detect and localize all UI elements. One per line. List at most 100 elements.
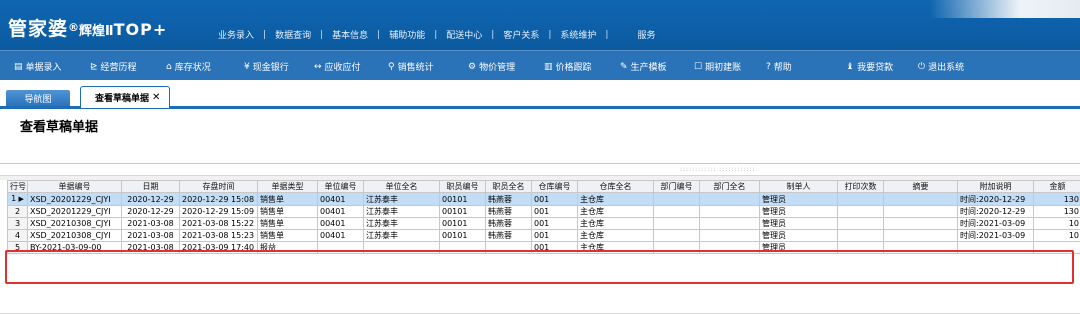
edit-icon: ☐ <box>694 61 703 72</box>
table-cell: 2020-12-29 <box>121 192 180 206</box>
column-header[interactable]: 日期 <box>121 180 180 193</box>
row-number: 3 <box>14 219 21 228</box>
logo-edition: 辉煌Ⅱ <box>79 24 114 39</box>
toolbar-button[interactable]: ♝ 我要贷款 <box>846 60 893 74</box>
table-cell: 130 <box>1033 205 1080 218</box>
table-cell <box>653 229 700 242</box>
toolbar-button[interactable]: ⌂ 库存状况 <box>166 60 211 74</box>
table-cell: 时间:2021-03-09 <box>957 229 1034 242</box>
top-menu-item[interactable]: 辅助功能 <box>387 28 427 41</box>
table-cell: 时间:2020-12-29 <box>957 192 1034 206</box>
table-cell <box>837 205 884 218</box>
column-header[interactable]: 行号 <box>7 180 28 193</box>
column-header[interactable]: 单据编号 <box>27 180 122 193</box>
close-icon[interactable]: ✕ <box>152 92 160 103</box>
table-row[interactable]: 1 ▶ XSD_20201229_CJYI 2020-12-29 2020-12-29… <box>7 192 1080 206</box>
table-cell: 管理员 <box>759 192 838 206</box>
row-number: 2 <box>14 207 21 216</box>
table-cell <box>699 205 760 218</box>
table-cell <box>699 217 760 230</box>
table-cell: 2021-03-08 <box>121 217 180 230</box>
toolbar-button[interactable]: ☐ 期初建账 <box>694 60 742 74</box>
table-cell <box>837 217 884 230</box>
table-cell <box>653 205 700 218</box>
toolbar-button[interactable]: ▥ 价格跟踪 <box>544 60 592 74</box>
toolbar-button[interactable]: ▤ 单据录入 <box>14 60 62 74</box>
table-cell: 2021-03-08 <box>121 229 180 242</box>
table-cell: 销售单 <box>257 205 318 218</box>
toolbar-button[interactable]: ↔ 应收应付 <box>314 60 361 74</box>
current-row-marker-icon: ▶ <box>16 195 24 203</box>
bar-chart-icon: ▥ <box>544 61 553 72</box>
table-cell: 江苏泰丰 <box>363 192 440 206</box>
exchange-icon: ↔ <box>314 61 322 72</box>
toolbar-button-label: 生产模板 <box>630 63 667 73</box>
toolbar-button-label: 单据录入 <box>25 63 62 73</box>
yuan-icon: ¥ <box>244 61 250 72</box>
top-menu-separator: | <box>605 29 609 40</box>
top-menu-item[interactable]: 数据查询 <box>273 28 313 41</box>
table-row[interactable]: 3 XSD_20210308_CJYI 2021-03-08 2021-03-08 1… <box>7 217 1080 230</box>
toolbar-button[interactable]: ⚲ 销售统计 <box>388 60 434 74</box>
table-cell: 管理员 <box>759 205 838 218</box>
column-header[interactable]: 职员编号 <box>439 180 486 193</box>
column-header[interactable]: 仓库全名 <box>577 180 654 193</box>
column-header[interactable]: 部门编号 <box>653 180 700 193</box>
search-icon: ⚲ <box>388 61 395 72</box>
table-cell: 00101 <box>439 217 486 230</box>
column-header[interactable]: 制单人 <box>759 180 838 193</box>
table-cell <box>883 217 958 230</box>
toolbar-button[interactable]: ? 帮助 <box>766 60 792 74</box>
column-header[interactable]: 部门全名 <box>699 180 760 193</box>
column-header[interactable]: 存盘时间 <box>179 180 258 193</box>
column-header[interactable]: 打印次数 <box>837 180 884 193</box>
logo-registered-mark: ® <box>68 21 80 34</box>
top-menu-item[interactable]: 客户关系 <box>501 28 541 41</box>
table-cell: 主仓库 <box>577 205 654 218</box>
tab-view-drafts[interactable]: 查看草稿单据 ✕ <box>80 86 170 108</box>
top-menu-item[interactable]: 基本信息 <box>330 28 370 41</box>
column-header[interactable]: 单位全名 <box>363 180 440 193</box>
toolbar-button[interactable]: ⏻ 退出系统 <box>918 60 965 74</box>
table-cell: 韩燕蓉 <box>485 229 532 242</box>
column-header[interactable]: 单据类型 <box>257 180 318 193</box>
logo-top: TOP+ <box>113 20 168 39</box>
table-cell: 韩燕蓉 <box>485 217 532 230</box>
table-cell <box>699 192 760 206</box>
power-icon: ⏻ <box>918 61 926 72</box>
column-header[interactable]: 单位编号 <box>317 180 364 193</box>
splitter-grip[interactable]: :::::::::::: :::::::::::: <box>680 166 755 173</box>
table-cell: 10 <box>1033 229 1080 242</box>
table-header-row: 行号 单据编号 日期 存盘时间 单据类型 单位编号 单位全名 职员编号 职员全名 仓库编号 仓库全名… <box>7 180 1080 193</box>
table-cell <box>837 229 884 242</box>
top-menu-item[interactable]: 业务录入 <box>216 28 256 41</box>
toolbar-button-label: 退出系统 <box>928 63 965 73</box>
table-cell: 2021-03-08 15:23 <box>179 229 258 242</box>
top-menu-separator: | <box>548 29 552 40</box>
column-header[interactable]: 金额 <box>1033 180 1080 193</box>
toolbar-button[interactable]: ¥ 现金银行 <box>244 60 289 74</box>
table-cell: 00101 <box>439 229 486 242</box>
column-header[interactable]: 仓库编号 <box>531 180 578 193</box>
table-cell <box>699 229 760 242</box>
top-menu-item[interactable]: 配送中心 <box>444 28 484 41</box>
column-header[interactable]: 摘要 <box>883 180 958 193</box>
table-cell: 00401 <box>317 205 364 218</box>
column-header[interactable]: 附加说明 <box>957 180 1034 193</box>
top-menu-item[interactable]: 系统维护 <box>558 28 598 41</box>
table-cell: 时间:2020-12-29 <box>957 205 1034 218</box>
top-menu-separator: | <box>377 29 381 40</box>
toolbar-button[interactable]: ⊵ 经营历程 <box>90 60 137 74</box>
highlight-box <box>5 250 1074 284</box>
table-row[interactable]: 2 XSD_20201229_CJYI 2020-12-29 2020-12-29 1… <box>7 205 1080 218</box>
tab-navigation[interactable]: 导航图 <box>6 90 70 106</box>
toolbar-button[interactable]: ✎ 生产模板 <box>620 60 667 74</box>
toolbar-button[interactable]: ⚙ 物价管理 <box>468 60 515 74</box>
top-menu-item[interactable]: 服务 <box>635 28 657 41</box>
toolbar-button-label: 现金银行 <box>252 63 289 73</box>
title-bar: 管家婆®辉煌ⅡTOP+ 业务录入 | 数据查询 | 基本信息 | 辅助功能 | 配送中心 | 客户关… <box>0 0 1080 50</box>
column-header[interactable]: 职员全名 <box>485 180 532 193</box>
table-row[interactable]: 4 XSD_20210308_CJYI 2021-03-08 2021-03-08 1… <box>7 229 1080 242</box>
toolbar-button-label: 期初建账 <box>705 63 742 73</box>
bag-icon: ♝ <box>846 61 855 72</box>
